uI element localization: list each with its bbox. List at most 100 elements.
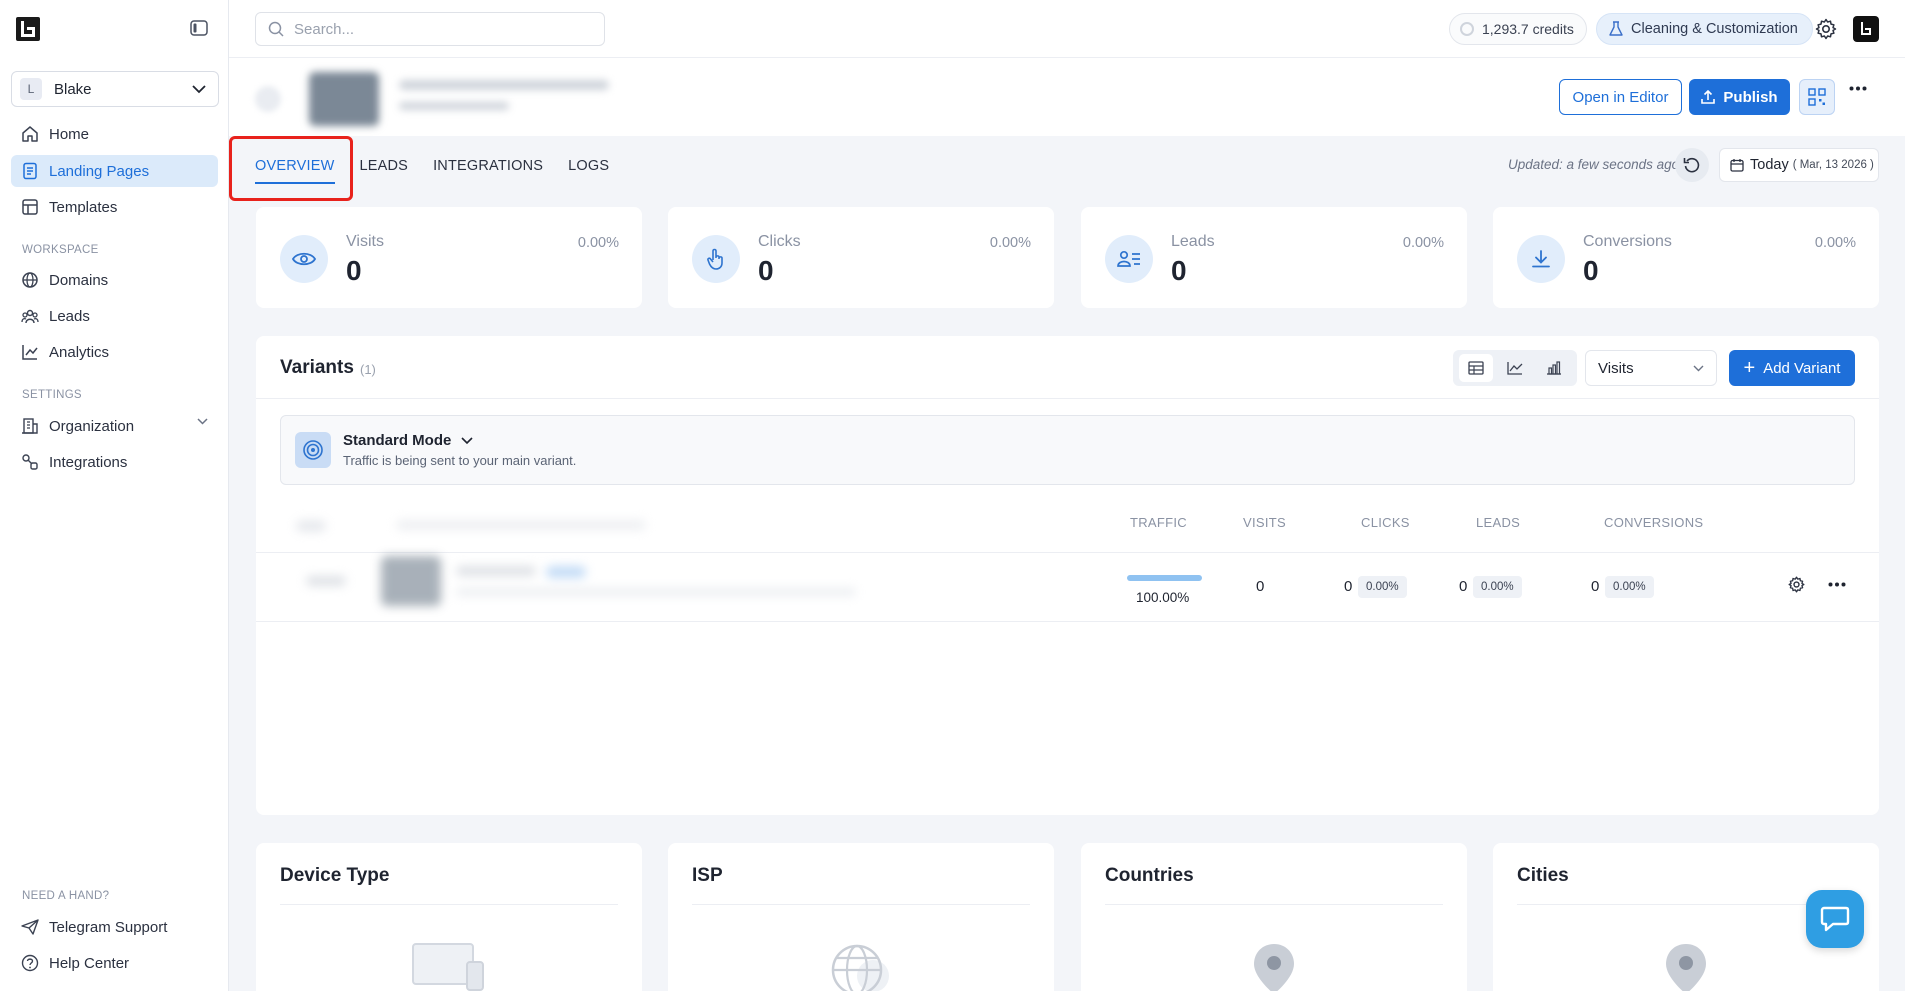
sidebar-item-domains[interactable]: Domains <box>11 264 218 296</box>
card-title: ISP <box>692 865 723 886</box>
settings-section-label: SETTINGS <box>22 389 82 401</box>
user-list-icon <box>1105 235 1153 283</box>
divider <box>256 398 1879 399</box>
sidebar-item-label: Integrations <box>49 453 128 471</box>
stat-card-visits: Visits 0 0.00% <box>256 207 642 308</box>
search-icon <box>268 21 294 37</box>
metric-select[interactable]: Visits <box>1585 350 1717 386</box>
pointer-icon <box>692 235 740 283</box>
globe-icon <box>823 942 899 991</box>
calendar-icon <box>1730 158 1750 172</box>
sidebar-item-telegram-support[interactable]: Telegram Support <box>11 911 218 943</box>
row-leads: 0 <box>1459 578 1468 595</box>
column-header-traffic: TRAFFIC <box>1130 515 1187 530</box>
sidebar-item-landing-pages[interactable]: Landing Pages <box>11 155 218 187</box>
sidebar-item-label: Analytics <box>49 343 110 361</box>
back-button-blurred[interactable] <box>255 86 281 112</box>
page-thumbnail-blurred <box>309 72 379 126</box>
row-conversions-percent: 0.00% <box>1605 576 1654 598</box>
tab-integrations[interactable]: INTEGRATIONS <box>433 158 543 184</box>
card-title: Countries <box>1105 865 1194 886</box>
credits-badge[interactable]: 1,293.7 credits <box>1449 13 1587 45</box>
row-leads-percent: 0.00% <box>1473 576 1522 598</box>
mode-title[interactable]: Standard Mode <box>343 432 473 449</box>
top-bar: Search... 1,293.7 credits Cleaning & Cus… <box>229 0 1905 58</box>
open-in-editor-button[interactable]: Open in Editor <box>1559 79 1682 115</box>
qr-code-button[interactable] <box>1799 79 1835 115</box>
flask-icon <box>1609 21 1631 37</box>
more-options-icon[interactable] <box>1849 86 1867 91</box>
table-view-icon[interactable] <box>1459 354 1494 382</box>
app-logo[interactable] <box>16 17 40 41</box>
variant-more-options-icon[interactable] <box>1828 582 1846 587</box>
chart-line-icon <box>21 343 39 361</box>
sidebar-item-help-center[interactable]: Help Center <box>11 947 218 979</box>
metric-select-value: Visits <box>1598 359 1634 377</box>
eye-icon <box>280 235 328 283</box>
sidebar-item-integrations[interactable]: Integrations <box>11 446 218 478</box>
date-range-button[interactable]: Today ( Mar, 13 2026 ) <box>1719 148 1879 182</box>
chevron-down-icon <box>1693 365 1704 372</box>
globe-icon <box>21 271 39 289</box>
variants-panel: Variants (1) Visits + Add Variant Standa… <box>256 336 1879 815</box>
plus-icon: + <box>1743 357 1756 379</box>
card-title: Device Type <box>280 865 390 886</box>
stat-percent: 0.00% <box>1814 235 1856 251</box>
divider <box>692 904 1030 905</box>
sidebar-item-label: Landing Pages <box>49 162 150 180</box>
workspace-select[interactable]: L Blake <box>11 71 219 107</box>
tab-leads[interactable]: LEADS <box>360 158 409 184</box>
settings-gear-icon[interactable] <box>1815 18 1837 40</box>
search-input[interactable]: Search... <box>255 12 605 46</box>
row-conversions: 0 <box>1591 578 1600 595</box>
sidebar-item-leads[interactable]: Leads <box>11 300 218 332</box>
sidebar-item-label: Telegram Support <box>49 918 168 936</box>
stat-value: 0 <box>1171 255 1187 286</box>
add-variant-button[interactable]: + Add Variant <box>1729 350 1855 386</box>
stat-percent: 0.00% <box>989 235 1031 251</box>
tab-logs[interactable]: LOGS <box>568 158 609 184</box>
sidebar-item-label: Home <box>49 125 90 143</box>
sidebar-item-home[interactable]: Home <box>11 118 218 150</box>
stat-label: Visits <box>346 233 384 250</box>
line-chart-view-icon[interactable] <box>1498 354 1532 382</box>
sidebar: L Blake Home Landing Pages Templates WOR… <box>0 0 229 991</box>
divider <box>1517 904 1855 905</box>
divider <box>1105 904 1443 905</box>
refresh-icon <box>1683 156 1701 174</box>
card-countries: Countries <box>1081 843 1467 991</box>
map-pin-icon <box>1252 942 1296 991</box>
templates-icon <box>21 198 39 216</box>
user-logo-avatar[interactable] <box>1853 16 1879 42</box>
sidebar-toggle-icon[interactable] <box>190 20 208 36</box>
row-clicks: 0 <box>1344 578 1353 595</box>
card-device-type: Device Type <box>256 843 642 991</box>
help-section-label: NEED A HAND? <box>22 890 110 902</box>
stat-label: Leads <box>1171 233 1215 250</box>
refresh-button[interactable] <box>1675 148 1709 182</box>
chat-support-button[interactable] <box>1806 890 1864 948</box>
chat-bubble-icon <box>1820 905 1850 933</box>
column-header-clicks: CLICKS <box>1361 515 1410 530</box>
card-title: Cities <box>1517 865 1569 886</box>
annotation-highlight-box <box>229 136 353 201</box>
stat-percent: 0.00% <box>1402 235 1444 251</box>
sidebar-item-label: Organization <box>49 417 135 435</box>
date-value: ( Mar, 13 2026 ) <box>1792 159 1874 171</box>
sidebar-item-label: Help Center <box>49 954 130 972</box>
publish-button[interactable]: Publish <box>1689 79 1790 115</box>
variant-settings-icon[interactable] <box>1788 576 1805 593</box>
integrations-icon <box>21 453 39 471</box>
plan-badge[interactable]: Cleaning & Customization <box>1596 13 1813 45</box>
upload-icon <box>1701 90 1723 104</box>
sidebar-item-templates[interactable]: Templates <box>11 191 218 223</box>
stat-label: Conversions <box>1583 233 1672 250</box>
sidebar-item-organization[interactable]: Organization <box>11 410 218 442</box>
sidebar-item-label: Leads <box>49 307 90 325</box>
sidebar-item-analytics[interactable]: Analytics <box>11 336 218 368</box>
traffic-progress-bar <box>1127 575 1202 581</box>
standard-mode-banner[interactable]: Standard Mode Traffic is being sent to y… <box>280 415 1855 485</box>
qr-code-icon <box>1808 88 1826 106</box>
landing-pages-icon <box>21 162 39 180</box>
bar-chart-view-icon[interactable] <box>1537 354 1571 382</box>
